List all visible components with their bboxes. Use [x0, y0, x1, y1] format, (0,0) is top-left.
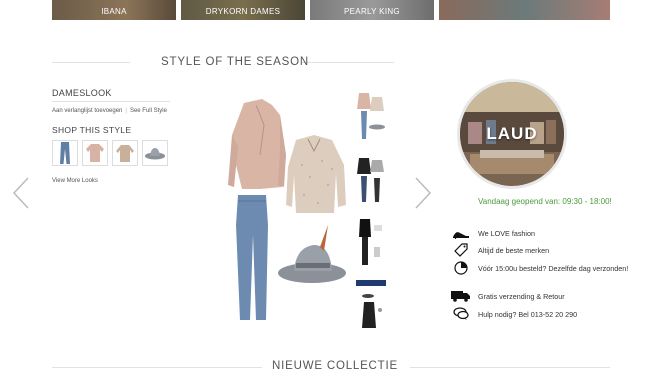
view-more-looks-link[interactable]: View More Looks	[52, 178, 98, 184]
brand-tile-fourth[interactable]	[439, 0, 610, 20]
feature-text: Hulp nodig? Bel 013-52 20 290	[478, 309, 578, 319]
feature-text: Altijd de beste merken	[478, 245, 550, 255]
feature-same-day: Vóór 15:00u besteld? Dezelfde dag verzon…	[450, 261, 628, 275]
brand-tile-label: IBANA	[101, 7, 127, 16]
look-title: DAMESLOOK	[52, 88, 112, 98]
add-to-wishlist-link[interactable]: Aan verlanglijst toevoegen	[52, 108, 122, 114]
product-thumb-jeans[interactable]	[52, 140, 78, 166]
jacket-image	[228, 99, 286, 189]
product-thumb-jacket[interactable]	[82, 140, 108, 166]
chat-icon	[450, 307, 472, 321]
feature-text: Gratis verzending & Retour	[478, 291, 565, 301]
feature-love-fashion: We LOVE fashion	[450, 226, 535, 240]
shop-this-style-title: SHOP THIS STYLE	[52, 125, 132, 135]
brand-tile-drykorn[interactable]: DRYKORN DAMES	[181, 0, 305, 20]
related-look-thumb[interactable]	[356, 91, 386, 141]
related-looks-column	[356, 91, 388, 343]
feature-text: We LOVE fashion	[478, 228, 535, 238]
carousel-next-arrow-icon[interactable]	[414, 177, 432, 209]
brand-tile-label: PEARLY KING	[344, 7, 400, 16]
related-look-thumb[interactable]	[356, 154, 386, 204]
feature-help: Hulp nodig? Bel 013-52 20 290	[450, 307, 577, 321]
product-thumb-blouse[interactable]	[112, 140, 138, 166]
new-collection-heading: NIEUWE COLLECTIE	[272, 360, 398, 372]
opening-hours: Vandaag geopend van: 09:30 - 18:00!	[478, 197, 612, 206]
outfit-image[interactable]	[224, 95, 354, 325]
brand-tile-label: DRYKORN DAMES	[205, 7, 281, 16]
heel-icon	[450, 227, 472, 239]
truck-icon	[450, 290, 472, 302]
heading-divider	[410, 367, 610, 368]
carousel-prev-arrow-icon[interactable]	[12, 177, 30, 209]
feature-best-brands: Altijd de beste merken	[450, 243, 549, 257]
jeans-image	[236, 195, 268, 320]
style-section-heading: STYLE OF THE SEASON	[161, 56, 309, 68]
store-logo-text: LAUD	[486, 124, 538, 143]
look-title-underline	[52, 101, 170, 102]
product-thumb-hat[interactable]	[142, 140, 168, 166]
related-look-thumb[interactable]	[356, 280, 386, 330]
look-links: Aan verlanglijst toevoegen | See Full Styl…	[52, 108, 167, 114]
brand-tile-pearly-king[interactable]: PEARLY KING	[310, 0, 434, 20]
blouse-image	[286, 135, 346, 213]
feature-free-shipping: Gratis verzending & Retour	[450, 289, 565, 303]
see-full-style-link[interactable]: See Full Style	[130, 108, 167, 114]
shop-thumbnails	[52, 140, 168, 166]
store-image[interactable]: LAUD	[457, 79, 567, 189]
tag-icon	[450, 243, 472, 257]
feature-text: Vóór 15:00u besteld? Dezelfde dag verzon…	[478, 263, 629, 273]
hat-image	[278, 225, 346, 283]
clock-icon	[450, 261, 472, 275]
related-look-thumb[interactable]	[356, 217, 386, 267]
brand-tile-ibana[interactable]: IBANA	[52, 0, 176, 20]
